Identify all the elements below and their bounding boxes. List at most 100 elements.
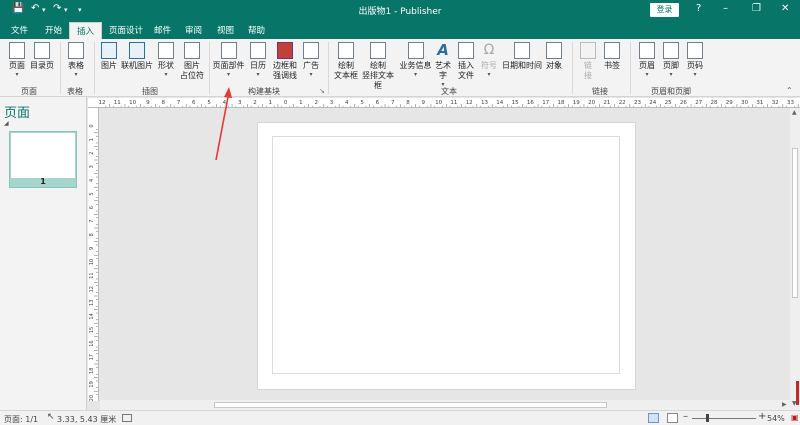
page-thumbnail[interactable]: 1 bbox=[9, 131, 77, 188]
collapse-ribbon-icon[interactable]: ⌃ bbox=[786, 86, 793, 95]
picture-placeholder-icon bbox=[184, 42, 200, 59]
fit-page-icon[interactable]: ▣ bbox=[791, 413, 799, 422]
page-thumbnail-number: 1 bbox=[40, 177, 46, 186]
page-number-button[interactable]: 页码 ▾ bbox=[686, 42, 704, 78]
tab-mailings[interactable]: 邮件 bbox=[154, 24, 171, 36]
vertical-scroll-thumb[interactable] bbox=[792, 148, 798, 298]
v-ruler-label: 5 bbox=[89, 192, 95, 195]
group-label-pages: 页面 bbox=[21, 87, 37, 96]
tab-page-design[interactable]: 页面设计 bbox=[109, 24, 143, 36]
annotation-arrow bbox=[215, 87, 232, 161]
h-ruler-label: 32 bbox=[772, 100, 779, 106]
page-parts-button[interactable]: 页面部件 ▾ bbox=[212, 42, 245, 78]
h-ruler-label: 12 bbox=[99, 100, 106, 106]
insert-file-button[interactable]: 插入 文件 bbox=[457, 42, 475, 81]
tab-insert[interactable]: 插入 bbox=[69, 22, 103, 39]
zoom-slider[interactable] bbox=[692, 418, 756, 419]
h-ruler-label: 2 bbox=[253, 100, 257, 106]
ribbon-tabs: 文件 开始 插入 页面设计 邮件 审阅 视图 帮助 bbox=[0, 20, 800, 39]
help-icon[interactable]: ? bbox=[696, 3, 701, 14]
header-button[interactable]: 页眉 ▾ bbox=[638, 42, 656, 78]
v-ruler-label: 16 bbox=[89, 340, 95, 346]
status-bar: 页面: 1/1 ↖ 3.33, 5.43 厘米 – + 54% ▣ bbox=[0, 410, 800, 425]
business-info-button[interactable]: 业务信息 ▾ bbox=[399, 42, 432, 78]
draw-vertical-textbox-button[interactable]: 绘制 竖排文本框 bbox=[359, 42, 397, 91]
zoom-slider-knob[interactable] bbox=[706, 414, 709, 422]
title-bar: 💾 ↶ ▾ ↷ ▾ ▾ 出版物1 - Publisher 登录 ? – ❐ ✕ bbox=[0, 0, 800, 20]
table-icon bbox=[68, 42, 84, 59]
page-parts-icon bbox=[220, 42, 237, 59]
zoom-in-icon[interactable]: + bbox=[758, 411, 766, 422]
draw-textbox-button[interactable]: 绘制 文本框 bbox=[334, 42, 358, 81]
h-ruler-label: 18 bbox=[558, 100, 565, 106]
date-time-button[interactable]: 日期和时间 bbox=[502, 42, 542, 71]
group-label-tables: 表格 bbox=[67, 87, 83, 96]
minimize-icon[interactable]: – bbox=[723, 3, 728, 14]
h-ruler-label: 7 bbox=[177, 100, 181, 106]
v-ruler-label: 17 bbox=[89, 354, 95, 360]
object-icon bbox=[546, 42, 562, 59]
catalog-page-button[interactable]: 目录页 bbox=[29, 42, 55, 71]
group-label-illustrations: 插图 bbox=[142, 87, 158, 96]
v-ruler-label: 14 bbox=[89, 313, 95, 319]
v-ruler-label: 4 bbox=[89, 179, 95, 182]
link-icon bbox=[580, 42, 596, 59]
v-ruler-label: 15 bbox=[89, 327, 95, 333]
v-ruler-label: 13 bbox=[89, 300, 95, 306]
h-ruler-label: 27 bbox=[695, 100, 702, 106]
dialog-launcher-icon[interactable]: ↘ bbox=[319, 87, 325, 95]
zoom-level[interactable]: 54% bbox=[767, 414, 785, 423]
picture-placeholder-button[interactable]: 图片 占位符 bbox=[178, 42, 206, 81]
vertical-scrollbar[interactable]: ▲ ▼ bbox=[790, 108, 800, 410]
online-picture-button[interactable]: 联机图片 bbox=[121, 42, 153, 71]
vertical-ruler[interactable]: 0 1 2 3 4 5 6 7 8 9 10 11 12 13 14 15 16 17 18 19 20 bbox=[88, 108, 99, 401]
horizontal-ruler[interactable]: 12 11 10 9 8 7 6 5 4 3 2 1 0 1 2 3 4 5 6 7 8 9 10 11 12 13 14 15 16 1… bbox=[88, 98, 800, 108]
symbol-button[interactable]: Ω 符号 ▾ bbox=[480, 42, 498, 78]
tab-file[interactable]: 文件 bbox=[11, 24, 28, 36]
two-page-view-button[interactable] bbox=[667, 413, 678, 423]
zoom-out-icon[interactable]: – bbox=[683, 411, 688, 422]
shapes-button[interactable]: 形状 ▾ bbox=[156, 42, 176, 78]
tab-view[interactable]: 视图 bbox=[217, 24, 234, 36]
tab-review[interactable]: 审阅 bbox=[185, 24, 202, 36]
bookmark-button[interactable]: 书签 bbox=[603, 42, 621, 71]
tab-help[interactable]: 帮助 bbox=[248, 24, 265, 36]
restore-icon[interactable]: ❐ bbox=[752, 3, 761, 14]
h-ruler-label: 31 bbox=[756, 100, 763, 106]
picture-button[interactable]: 图片 bbox=[100, 42, 118, 71]
v-ruler-label: 11 bbox=[89, 272, 95, 278]
scroll-up-icon[interactable]: ▲ bbox=[792, 109, 797, 116]
v-ruler-label: 19 bbox=[89, 381, 95, 387]
horizontal-scroll-thumb[interactable] bbox=[214, 402, 607, 408]
borders-accents-button[interactable]: 边框和 强调线 bbox=[271, 42, 299, 81]
horizontal-scrollbar[interactable]: ▶ bbox=[100, 400, 790, 410]
scroll-right-icon[interactable]: ▶ bbox=[782, 401, 787, 408]
h-ruler-label: 1 bbox=[269, 100, 273, 106]
h-ruler-label: 20 bbox=[588, 100, 595, 106]
object-button[interactable]: 对象 bbox=[544, 42, 564, 71]
tab-home[interactable]: 开始 bbox=[45, 24, 62, 36]
publication-page[interactable] bbox=[257, 122, 636, 390]
horizontal-ruler-ticks: 12 11 10 9 8 7 6 5 4 3 2 1 0 1 2 3 4 5 6 7 8 9 10 11 12 13 14 15 16 1… bbox=[99, 100, 799, 107]
h-ruler-label: 13 bbox=[481, 100, 488, 106]
catalog-page-icon bbox=[34, 42, 50, 59]
h-ruler-label: 10 bbox=[129, 100, 136, 106]
v-ruler-label: 12 bbox=[89, 286, 95, 292]
close-icon[interactable]: ✕ bbox=[781, 3, 789, 14]
workspace[interactable] bbox=[100, 109, 790, 400]
login-button[interactable]: 登录 bbox=[650, 3, 679, 17]
v-ruler-label: 9 bbox=[89, 247, 95, 250]
wordart-button[interactable]: A 艺术字 ▾ bbox=[432, 42, 454, 89]
page-icon bbox=[9, 42, 25, 59]
footer-button[interactable]: 页脚 ▾ bbox=[662, 42, 680, 78]
scroll-down-icon[interactable]: ▼ bbox=[792, 400, 797, 407]
ads-button[interactable]: 广告 ▾ bbox=[301, 42, 321, 78]
status-page[interactable]: 页面: 1/1 bbox=[4, 414, 38, 425]
link-button[interactable]: 链接 bbox=[580, 42, 596, 81]
page-button[interactable]: 页面 ▾ bbox=[6, 42, 28, 78]
footer-icon bbox=[663, 42, 679, 59]
single-page-view-button[interactable] bbox=[648, 413, 659, 423]
collapse-arrow-icon[interactable]: ◢ bbox=[4, 120, 9, 127]
calendar-button[interactable]: 日历 ▾ bbox=[247, 42, 269, 78]
table-button[interactable]: 表格 ▾ bbox=[65, 42, 87, 78]
